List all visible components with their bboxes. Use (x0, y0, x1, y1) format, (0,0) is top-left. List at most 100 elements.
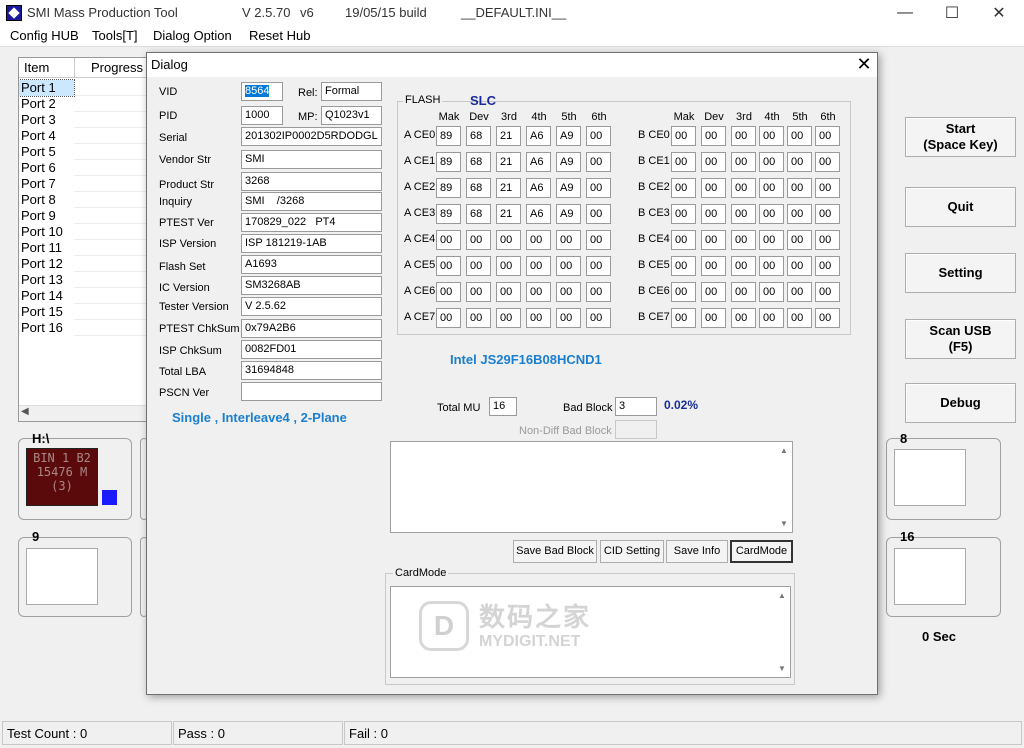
setting-button[interactable]: Setting (905, 253, 1016, 293)
flash-id-cell-a[interactable]: 68 (466, 152, 491, 172)
flash-id-cell-b[interactable]: 00 (815, 178, 840, 198)
flash-id-cell-a[interactable]: 89 (436, 178, 461, 198)
flash-id-cell-a[interactable]: 00 (586, 152, 611, 172)
flash-id-cell-b[interactable]: 00 (759, 126, 784, 146)
flash-id-cell-b[interactable]: 00 (701, 204, 726, 224)
flash-id-cell-a[interactable]: 00 (436, 230, 461, 250)
port-row[interactable]: Port 10 (19, 224, 74, 240)
flash-id-cell-b[interactable]: 00 (671, 152, 696, 172)
flash-id-cell-a[interactable]: 00 (526, 308, 551, 328)
flash-id-cell-b[interactable]: 00 (671, 230, 696, 250)
rel-field[interactable]: Formal (321, 82, 382, 101)
vendor-field[interactable]: SMI (241, 150, 382, 169)
flash-id-cell-b[interactable]: 00 (787, 126, 812, 146)
flash-id-cell-b[interactable]: 00 (731, 256, 756, 276)
port-row[interactable]: Port 2 (19, 96, 74, 112)
flash-id-cell-b[interactable]: 00 (787, 152, 812, 172)
flash-id-cell-a[interactable]: A6 (526, 204, 551, 224)
flash-id-cell-a[interactable]: 89 (436, 152, 461, 172)
flash-id-cell-b[interactable]: 00 (759, 230, 784, 250)
port-list-scrollbar[interactable]: ◀ (19, 405, 148, 421)
start-button[interactable]: Start (Space Key) (905, 117, 1016, 157)
total-lba-field[interactable]: 31694848 (241, 361, 382, 380)
flash-id-cell-b[interactable]: 00 (759, 204, 784, 224)
cardmode-textarea[interactable]: ▲ ▼ D 数码之家 MYDIGIT.NET (390, 586, 791, 678)
flash-id-cell-b[interactable]: 00 (731, 152, 756, 172)
flash-id-cell-a[interactable]: 00 (586, 126, 611, 146)
flash-id-cell-b[interactable]: 00 (759, 256, 784, 276)
flash-id-cell-b[interactable]: 00 (759, 308, 784, 328)
flash-id-cell-a[interactable]: A9 (556, 204, 581, 224)
flash-id-cell-b[interactable]: 00 (671, 204, 696, 224)
cardmode-button[interactable]: CardMode (730, 540, 793, 563)
port-list[interactable]: Item Progress Port 1 Port 2 Port 3 Port 4 Po… (18, 57, 149, 422)
port-row[interactable]: Port 6 (19, 160, 74, 176)
flash-id-cell-a[interactable]: 21 (496, 152, 521, 172)
scroll-left-icon[interactable]: ◀ (21, 406, 29, 417)
port-row[interactable]: Port 9 (19, 208, 74, 224)
serial-field[interactable]: 201302IP0002D5RDODGL (241, 127, 382, 146)
port-row[interactable]: Port 15 (19, 304, 74, 320)
flash-id-cell-b[interactable]: 00 (759, 178, 784, 198)
flash-id-cell-a[interactable]: 00 (586, 204, 611, 224)
port-row[interactable]: Port 3 (19, 112, 74, 128)
flash-id-cell-a[interactable]: 68 (466, 178, 491, 198)
flash-id-cell-b[interactable]: 00 (787, 308, 812, 328)
flash-id-cell-a[interactable]: A6 (526, 178, 551, 198)
cardmode-scrollbar[interactable]: ▲ ▼ (774, 587, 790, 677)
port-row[interactable]: Port 13 (19, 272, 74, 288)
flash-id-cell-b[interactable]: 00 (671, 282, 696, 302)
flash-id-cell-a[interactable]: 00 (436, 308, 461, 328)
flash-id-cell-a[interactable]: 00 (526, 230, 551, 250)
flash-id-cell-a[interactable]: A6 (526, 152, 551, 172)
flash-id-cell-a[interactable]: 00 (436, 256, 461, 276)
flash-id-cell-a[interactable]: 68 (466, 204, 491, 224)
menu-tools[interactable]: Tools[T] (92, 28, 138, 43)
flash-id-cell-b[interactable]: 00 (787, 282, 812, 302)
port-row[interactable]: Port 5 (19, 144, 74, 160)
flash-id-cell-b[interactable]: 00 (701, 308, 726, 328)
menu-dialog-option[interactable]: Dialog Option (153, 28, 232, 43)
mp-field[interactable]: Q1023v1 (321, 106, 382, 125)
ic-ver-field[interactable]: SM3268AB (241, 276, 382, 295)
drive-box-8[interactable] (894, 449, 966, 506)
flash-id-cell-b[interactable]: 00 (731, 282, 756, 302)
flash-id-cell-b[interactable]: 00 (701, 152, 726, 172)
flash-id-cell-b[interactable]: 00 (671, 256, 696, 276)
flash-id-cell-a[interactable]: 89 (436, 126, 461, 146)
save-info-button[interactable]: Save Info (666, 540, 728, 563)
flash-id-cell-b[interactable]: 00 (787, 204, 812, 224)
flash-id-cell-a[interactable]: A9 (556, 152, 581, 172)
flash-id-cell-a[interactable]: 00 (586, 282, 611, 302)
flash-id-cell-a[interactable]: 68 (466, 126, 491, 146)
flash-id-cell-b[interactable]: 00 (701, 256, 726, 276)
flash-id-cell-b[interactable]: 00 (701, 230, 726, 250)
save-bad-block-button[interactable]: Save Bad Block (513, 540, 597, 563)
port-row[interactable]: Port 1 (19, 79, 75, 97)
flash-id-cell-a[interactable]: 89 (436, 204, 461, 224)
debug-button[interactable]: Debug (905, 383, 1016, 423)
flash-id-cell-b[interactable]: 00 (701, 178, 726, 198)
flash-id-cell-a[interactable]: 00 (586, 230, 611, 250)
flash-id-cell-a[interactable]: A6 (526, 126, 551, 146)
flash-id-cell-a[interactable]: 00 (496, 282, 521, 302)
scroll-up-icon[interactable]: ▲ (778, 591, 786, 600)
flash-id-cell-a[interactable]: 00 (586, 256, 611, 276)
flash-id-cell-b[interactable]: 00 (787, 178, 812, 198)
flash-id-cell-b[interactable]: 00 (759, 152, 784, 172)
bad-block-field[interactable]: 3 (615, 397, 657, 416)
close-button[interactable]: ✕ (976, 0, 1022, 26)
cid-setting-button[interactable]: CID Setting (600, 540, 664, 563)
flash-id-cell-a[interactable]: 21 (496, 126, 521, 146)
menu-config-hub[interactable]: Config HUB (10, 28, 79, 43)
log-scrollbar[interactable]: ▲ ▼ (776, 442, 792, 532)
flash-id-cell-a[interactable]: 00 (556, 230, 581, 250)
port-row[interactable]: Port 11 (19, 240, 74, 256)
minimize-button[interactable]: — (882, 0, 928, 26)
column-header-item[interactable]: Item (19, 58, 75, 78)
flash-id-cell-b[interactable]: 00 (815, 230, 840, 250)
flash-id-cell-b[interactable]: 00 (731, 126, 756, 146)
flash-id-cell-a[interactable]: 00 (586, 308, 611, 328)
flash-set-field[interactable]: A1693 (241, 255, 382, 274)
flash-id-cell-a[interactable]: 00 (436, 282, 461, 302)
